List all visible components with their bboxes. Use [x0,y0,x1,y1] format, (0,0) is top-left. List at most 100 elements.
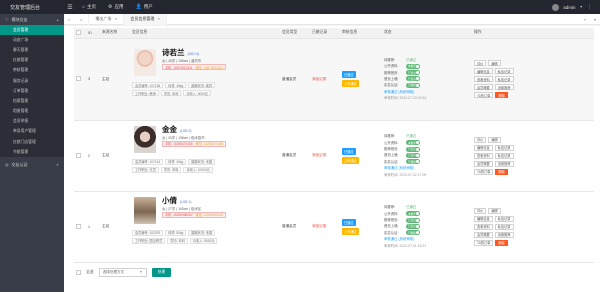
select-all-checkbox[interactable] [76,269,81,275]
op-button[interactable]: 设置推荐 [494,231,514,238]
op-button[interactable]: 会员概要 [474,84,493,90]
col-ops: 操作 [472,28,594,39]
op-button[interactable]: 删除 [495,92,508,98]
op-button[interactable]: 编辑 [488,60,501,66]
sidebar-item-square[interactable]: 动态广场 [0,35,64,46]
op-button[interactable]: 查看资料 [474,152,493,159]
member-uid: (UID:3) [187,52,200,56]
audit-pass-badge[interactable]: 已通过 [342,147,356,155]
member-photo[interactable] [134,49,156,76]
audit-pass-badge[interactable]: 已通过 [342,218,356,226]
add-record-link[interactable]: 添加记录 [312,153,326,157]
op-button[interactable]: 删除 [495,239,508,246]
sidebar-item-archive[interactable]: 档案管理 [0,96,64,107]
add-record-link[interactable]: 添加记录 [312,224,326,228]
op-button[interactable]: 编辑信息 [474,144,493,151]
member-profile: 小倩 (UID:1) 女 | 27岁 | 165cm | 临沭区 手机: 1526… [132,196,280,257]
nav-user[interactable]: 👤 用户 [130,0,159,14]
user-menu[interactable]: admin ▼ ⋮ [552,3,600,11]
sidebar-item-singles[interactable]: 单身用户管理 [0,126,64,138]
close-icon[interactable]: ✕ [114,17,117,21]
tab-member-info[interactable]: 会员信息管理 ✕ [124,13,168,25]
sidebar-item-matchmaker[interactable]: 红娘管理 [0,55,64,66]
nav-home[interactable]: ⌂ 主页 [76,0,102,14]
row-checkbox[interactable] [76,223,81,229]
bulk-submit-button[interactable]: 处理 [151,267,172,277]
op-button[interactable]: 私信记录 [494,152,514,159]
sidebar-item-report[interactable]: 会员举报 [0,116,64,127]
sidebar-item-album[interactable]: 相册管理 [0,106,64,117]
status-toggle[interactable]: 已显示 [406,146,420,152]
tab-square[interactable]: 播出广场 ✕ [89,13,125,25]
op-button[interactable]: 评价 [474,207,487,214]
upload-pass-badge[interactable]: 上传通过 [342,80,359,87]
audit-pass-badge[interactable]: 已通过 [342,71,356,78]
sidebar-group-module[interactable]: ♡ 模块交友 ▲ [0,14,64,25]
op-button[interactable]: 设置推荐 [494,84,514,90]
op-button[interactable]: 私信记录 [494,215,514,222]
sidebar-item-members[interactable]: 会员管理 [0,25,64,36]
status-toggle[interactable]: 已删除 [406,159,420,165]
status-toggle[interactable]: 已显示 [406,70,420,76]
op-button[interactable]: TA的订单 [474,92,494,98]
status-label: 公开资料: [384,211,399,216]
bulk-action-select[interactable]: 选择处理方式 ▼ [98,267,147,277]
op-button[interactable]: 私信记录 [494,68,514,74]
op-button[interactable]: 编辑信息 [474,215,493,222]
op-button[interactable]: 设置推荐 [494,160,514,167]
op-button[interactable]: 评价 [474,60,487,66]
op-button[interactable]: TA的订单 [474,239,494,246]
op-button[interactable]: 编辑 [488,207,501,214]
audit-time: 审核时间: 2023-07-03 20:54 [384,96,427,101]
op-button[interactable]: TA的订单 [474,168,494,175]
op-button[interactable]: 编辑 [488,136,501,143]
op-button[interactable]: 查看资料 [474,76,493,82]
op-button[interactable]: 私信记录 [494,223,514,230]
status-toggle[interactable]: 未推荐 [406,211,420,217]
col-source: 来源名称 [100,28,130,39]
member-photo[interactable] [134,196,156,224]
sidebar-item-service[interactable]: 服务记录 [0,75,64,87]
op-button[interactable]: 编辑信息 [474,68,493,74]
member-photo[interactable] [134,125,156,153]
select-all-checkbox-header[interactable] [76,29,81,35]
sidebar-item-stores[interactable]: 红娘门店管理 [0,137,64,148]
op-button[interactable]: 会员概要 [474,160,493,167]
op-button[interactable]: 私信记录 [494,76,514,82]
upload-pass-badge[interactable]: 上传通过 [342,227,359,235]
status-label: 公开资料: [384,64,399,69]
sidebar-item-chat[interactable]: 聊天管理 [0,45,64,56]
status-label: 推荐首页: [384,218,399,223]
nav-app[interactable]: ⚙ 应用 [102,0,129,14]
row-checkbox[interactable] [76,152,81,158]
status-toggle[interactable]: 已显示 [406,76,420,82]
op-button[interactable]: 会员概要 [474,231,493,238]
member-name: 金金 [162,124,177,134]
sidebar-item-energy[interactable]: 节能管理 [0,147,64,158]
sidebar-item-audit[interactable]: 审核管理 [0,65,64,76]
row-checkbox[interactable] [76,76,81,81]
chevron-down-icon[interactable]: ▾ [590,17,600,22]
more-icon[interactable]: ⋮ [587,4,592,10]
cell-member-type: 普通会员 [280,191,310,263]
tab-home[interactable]: ⌂ [74,13,90,25]
op-button[interactable]: 删除 [495,168,508,175]
chevron-left-icon[interactable]: « [64,17,74,22]
sidebar-item-orders[interactable]: 订单管理 [0,86,64,97]
chevron-right-icon[interactable]: » [580,17,590,22]
op-button[interactable]: 查看资料 [474,223,493,230]
close-icon[interactable]: ✕ [157,17,160,21]
upload-pass-badge[interactable]: 上传通过 [342,156,359,164]
menu-toggle-icon[interactable]: ☰ [64,4,76,11]
status-toggle[interactable]: 已删除 [406,82,420,88]
status-toggle[interactable]: 已显示 [406,223,420,229]
op-button[interactable]: 评价 [474,136,487,143]
status-toggle[interactable]: 未推荐 [406,140,420,146]
add-record-link[interactable]: 添加记录 [312,77,326,81]
op-button[interactable]: 私信记录 [494,144,514,151]
status-toggle[interactable]: 已显示 [406,152,420,158]
status-toggle[interactable]: 已删除 [406,230,420,236]
status-toggle[interactable]: 未推荐 [406,63,420,69]
sidebar-group-verify[interactable]: ◎ 交友认证 ▼ [0,159,64,170]
status-toggle[interactable]: 已显示 [406,217,420,223]
